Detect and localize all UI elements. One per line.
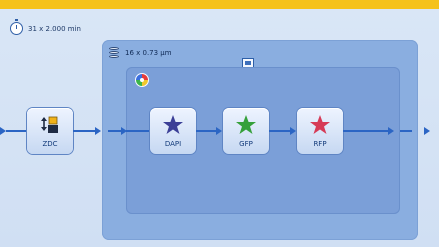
- right-edge-arrow-icon: [424, 127, 430, 135]
- rfp-label: RFP: [313, 140, 327, 148]
- stack-icon: [108, 47, 120, 58]
- workflow-canvas: 31 x 2.000 min ZDC 16 x 0.73 µm DAPI GFP…: [0, 9, 439, 247]
- channel-block[interactable]: DAPI GFP RFP: [126, 67, 400, 214]
- timelapse-label: 31 x 2.000 min: [28, 24, 81, 33]
- top-status-bar: [0, 0, 439, 9]
- star-icon: [236, 115, 256, 134]
- dapi-label: DAPI: [164, 140, 182, 148]
- flow-line-rfp-out: [343, 130, 388, 132]
- flow-line-dapi-to-gfp: [196, 130, 216, 132]
- zdc-icon: [41, 116, 58, 133]
- timelapse-header[interactable]: 31 x 2.000 min: [10, 19, 81, 35]
- flow-line-channel-start: [126, 130, 150, 132]
- rfp-node[interactable]: RFP: [297, 108, 343, 154]
- flow-arrow-icon: [290, 127, 296, 135]
- flow-line-into-channels: [108, 130, 122, 132]
- flow-arrow-icon: [216, 127, 222, 135]
- z-stack-label: 16 x 0.73 µm: [125, 48, 172, 57]
- flow-arrow-icon: [95, 127, 101, 135]
- star-icon: [163, 115, 183, 134]
- z-stack-block[interactable]: 16 x 0.73 µm DAPI GFP RFP: [102, 40, 418, 240]
- flow-line-xy-out: [400, 130, 412, 132]
- flow-line-in: [6, 130, 27, 132]
- star-icon: [310, 115, 330, 134]
- zdc-label: ZDC: [42, 140, 58, 148]
- gfp-label: GFP: [239, 140, 253, 148]
- flow-line-gfp-to-rfp: [269, 130, 290, 132]
- stopwatch-icon: [10, 19, 23, 35]
- z-stack-header: 16 x 0.73 µm: [108, 47, 172, 58]
- flow-arrow-icon: [388, 127, 394, 135]
- zdc-node[interactable]: ZDC: [27, 108, 73, 154]
- palette-icon: [135, 73, 149, 87]
- flow-line-zdc-to-xy: [73, 130, 95, 132]
- gfp-node[interactable]: GFP: [223, 108, 269, 154]
- dapi-node[interactable]: DAPI: [150, 108, 196, 154]
